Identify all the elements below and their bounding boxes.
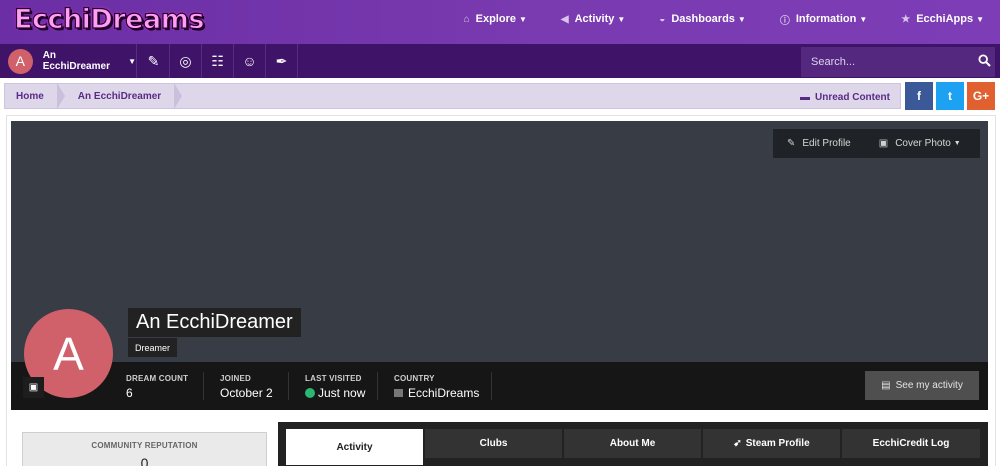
globe-icon[interactable]: ◎ [170,44,202,78]
stat-value: Just now [305,386,365,400]
online-status-icon [305,388,315,398]
image-icon: ▣ [878,138,889,149]
chevron-down-icon: ▼ [128,56,136,66]
chevron-down-icon: ▼ [617,14,626,24]
nav-information-label: Information [795,13,857,25]
reputation-box: COMMUNITY REPUTATION 0 [22,432,267,466]
stat-label: LAST VISITED [305,374,362,383]
folder-icon: ▬ [800,91,810,103]
reputation-label: COMMUNITY REPUTATION [91,441,198,450]
user-name: An EcchiDreamer [42,50,110,72]
breadcrumb-home[interactable]: Home [5,83,57,109]
stat-label: JOINED [220,374,251,383]
unread-content-link[interactable]: ▬ Unread Content [800,84,890,110]
pencil-icon[interactable]: ✎ [138,44,170,78]
stat-value: 6 [126,386,188,400]
nav-explore-label: Explore [475,13,516,25]
chevron-down-icon: ▼ [859,14,868,24]
profile-tabs: Activity Clubs About Me ➹ Steam Profile E… [278,422,988,466]
cover-photo-label: Cover Photo [895,138,951,149]
breadcrumb-separator [56,83,65,109]
stat-label: COUNTRY [394,374,435,383]
steam-icon: ➹ [733,438,742,449]
avatar: A [8,48,33,74]
breadcrumb-separator [174,83,183,109]
edit-profile-label: Edit Profile [802,138,851,149]
nav-explore[interactable]: ⌂ Explore ▼ [464,13,527,25]
nav-information[interactable]: ⓘ Information ▼ [780,12,867,27]
home-icon: ⌂ [463,13,470,25]
google-plus-icon[interactable]: G+ [967,82,995,110]
tab-steam-profile[interactable]: ➹ Steam Profile [703,429,840,458]
nav-dashboards-label: Dashboards [671,13,735,25]
nav-activity[interactable]: ◀ Activity ▼ [561,13,625,25]
star-icon: ★ [901,13,911,25]
search-input[interactable] [811,56,961,68]
activity-stream-icon: ▤ [881,380,891,391]
stat-value: EcchiDreams [394,386,479,400]
tab-clubs[interactable]: Clubs [425,429,562,458]
last-visited-value: Just now [318,386,366,400]
unread-content-label: Unread Content [815,91,890,103]
chevron-down-icon: ▼ [976,14,984,24]
divider [377,372,378,400]
see-activity-label: See my activity [895,380,963,391]
divider [288,372,289,400]
see-activity-button[interactable]: ▤ See my activity [865,371,979,400]
stat-label: DREAM COUNT [126,374,189,383]
stat-value: October 2 [220,386,273,400]
stat-country: COUNTRY EcchiDreams [394,374,479,400]
tab-activity[interactable]: Activity [286,429,423,465]
reputation-value: 0 [140,455,149,466]
user-menu[interactable]: A An EcchiDreamer ▼ [0,44,137,78]
site-logo[interactable]: EcchiDreams [13,3,205,35]
site-header: EcchiDreams ⌂ Explore ▼ ◀ Activity ▼ ◒ Dashbo… [0,0,1000,44]
search-box[interactable] [801,47,995,77]
paintbrush-icon[interactable]: ✒ [266,44,298,78]
smiley-icon[interactable]: ☺ [234,44,266,78]
stat-dream-count: DREAM COUNT 6 [126,374,188,400]
search-icon[interactable] [978,54,991,70]
pencil-icon: ✎ [787,138,796,149]
nav-dashboards[interactable]: ◒ Dashboards ▼ [659,13,746,25]
edit-profile-button[interactable]: ✎ Edit Profile [773,129,865,158]
megaphone-icon: ◀ [560,13,569,25]
nav-ecchiapps[interactable]: ★ EcchiApps ▼ [901,13,984,25]
twitter-icon[interactable]: t [936,82,964,110]
tab-steam-profile-label: Steam Profile [745,438,810,449]
stat-last-visited: LAST VISITED Just now [305,374,365,400]
profile-group-badge: Dreamer [128,338,178,357]
cover-photo-button[interactable]: ▣ Cover Photo ▼ [865,129,975,158]
flag-icon [394,389,403,397]
breadcrumb-profile[interactable]: An EcchiDreamer [65,83,174,109]
info-icon: ⓘ [779,15,790,27]
main-nav: ⌂ Explore ▼ ◀ Activity ▼ ◒ Dashboards ▼ ⓘ Infor… [430,0,984,38]
nav-activity-label: Activity [574,13,615,25]
nav-ecchiapps-label: EcchiApps [916,13,974,25]
facebook-icon[interactable]: f [905,82,933,110]
profile-stats-bar: DREAM COUNT 6 JOINED October 2 LAST VISI… [11,362,988,410]
chevron-down-icon: ▼ [953,140,961,147]
joined-value: October 2 [220,386,273,400]
breadcrumb: Home An EcchiDreamer ▬ Unread Content [4,83,901,109]
change-photo-icon[interactable]: ▣ [23,377,44,398]
cover-actions: ✎ Edit Profile ▣ Cover Photo ▼ [773,129,980,158]
country-value: EcchiDreams [408,386,480,400]
dream-count-value: 6 [126,386,133,400]
dashboard-icon: ◒ [659,13,666,25]
chevron-down-icon: ▼ [737,14,746,24]
divider [203,372,204,400]
tab-ecchicredit-log[interactable]: EcchiCredit Log [842,429,980,458]
stat-joined: JOINED October 2 [220,374,273,400]
tab-about-me[interactable]: About Me [564,429,701,458]
divider [491,372,492,400]
profile-name: An EcchiDreamer [128,308,301,337]
chat-bubbles-icon[interactable]: ☷ [202,44,234,78]
chevron-down-icon: ▼ [518,14,527,24]
